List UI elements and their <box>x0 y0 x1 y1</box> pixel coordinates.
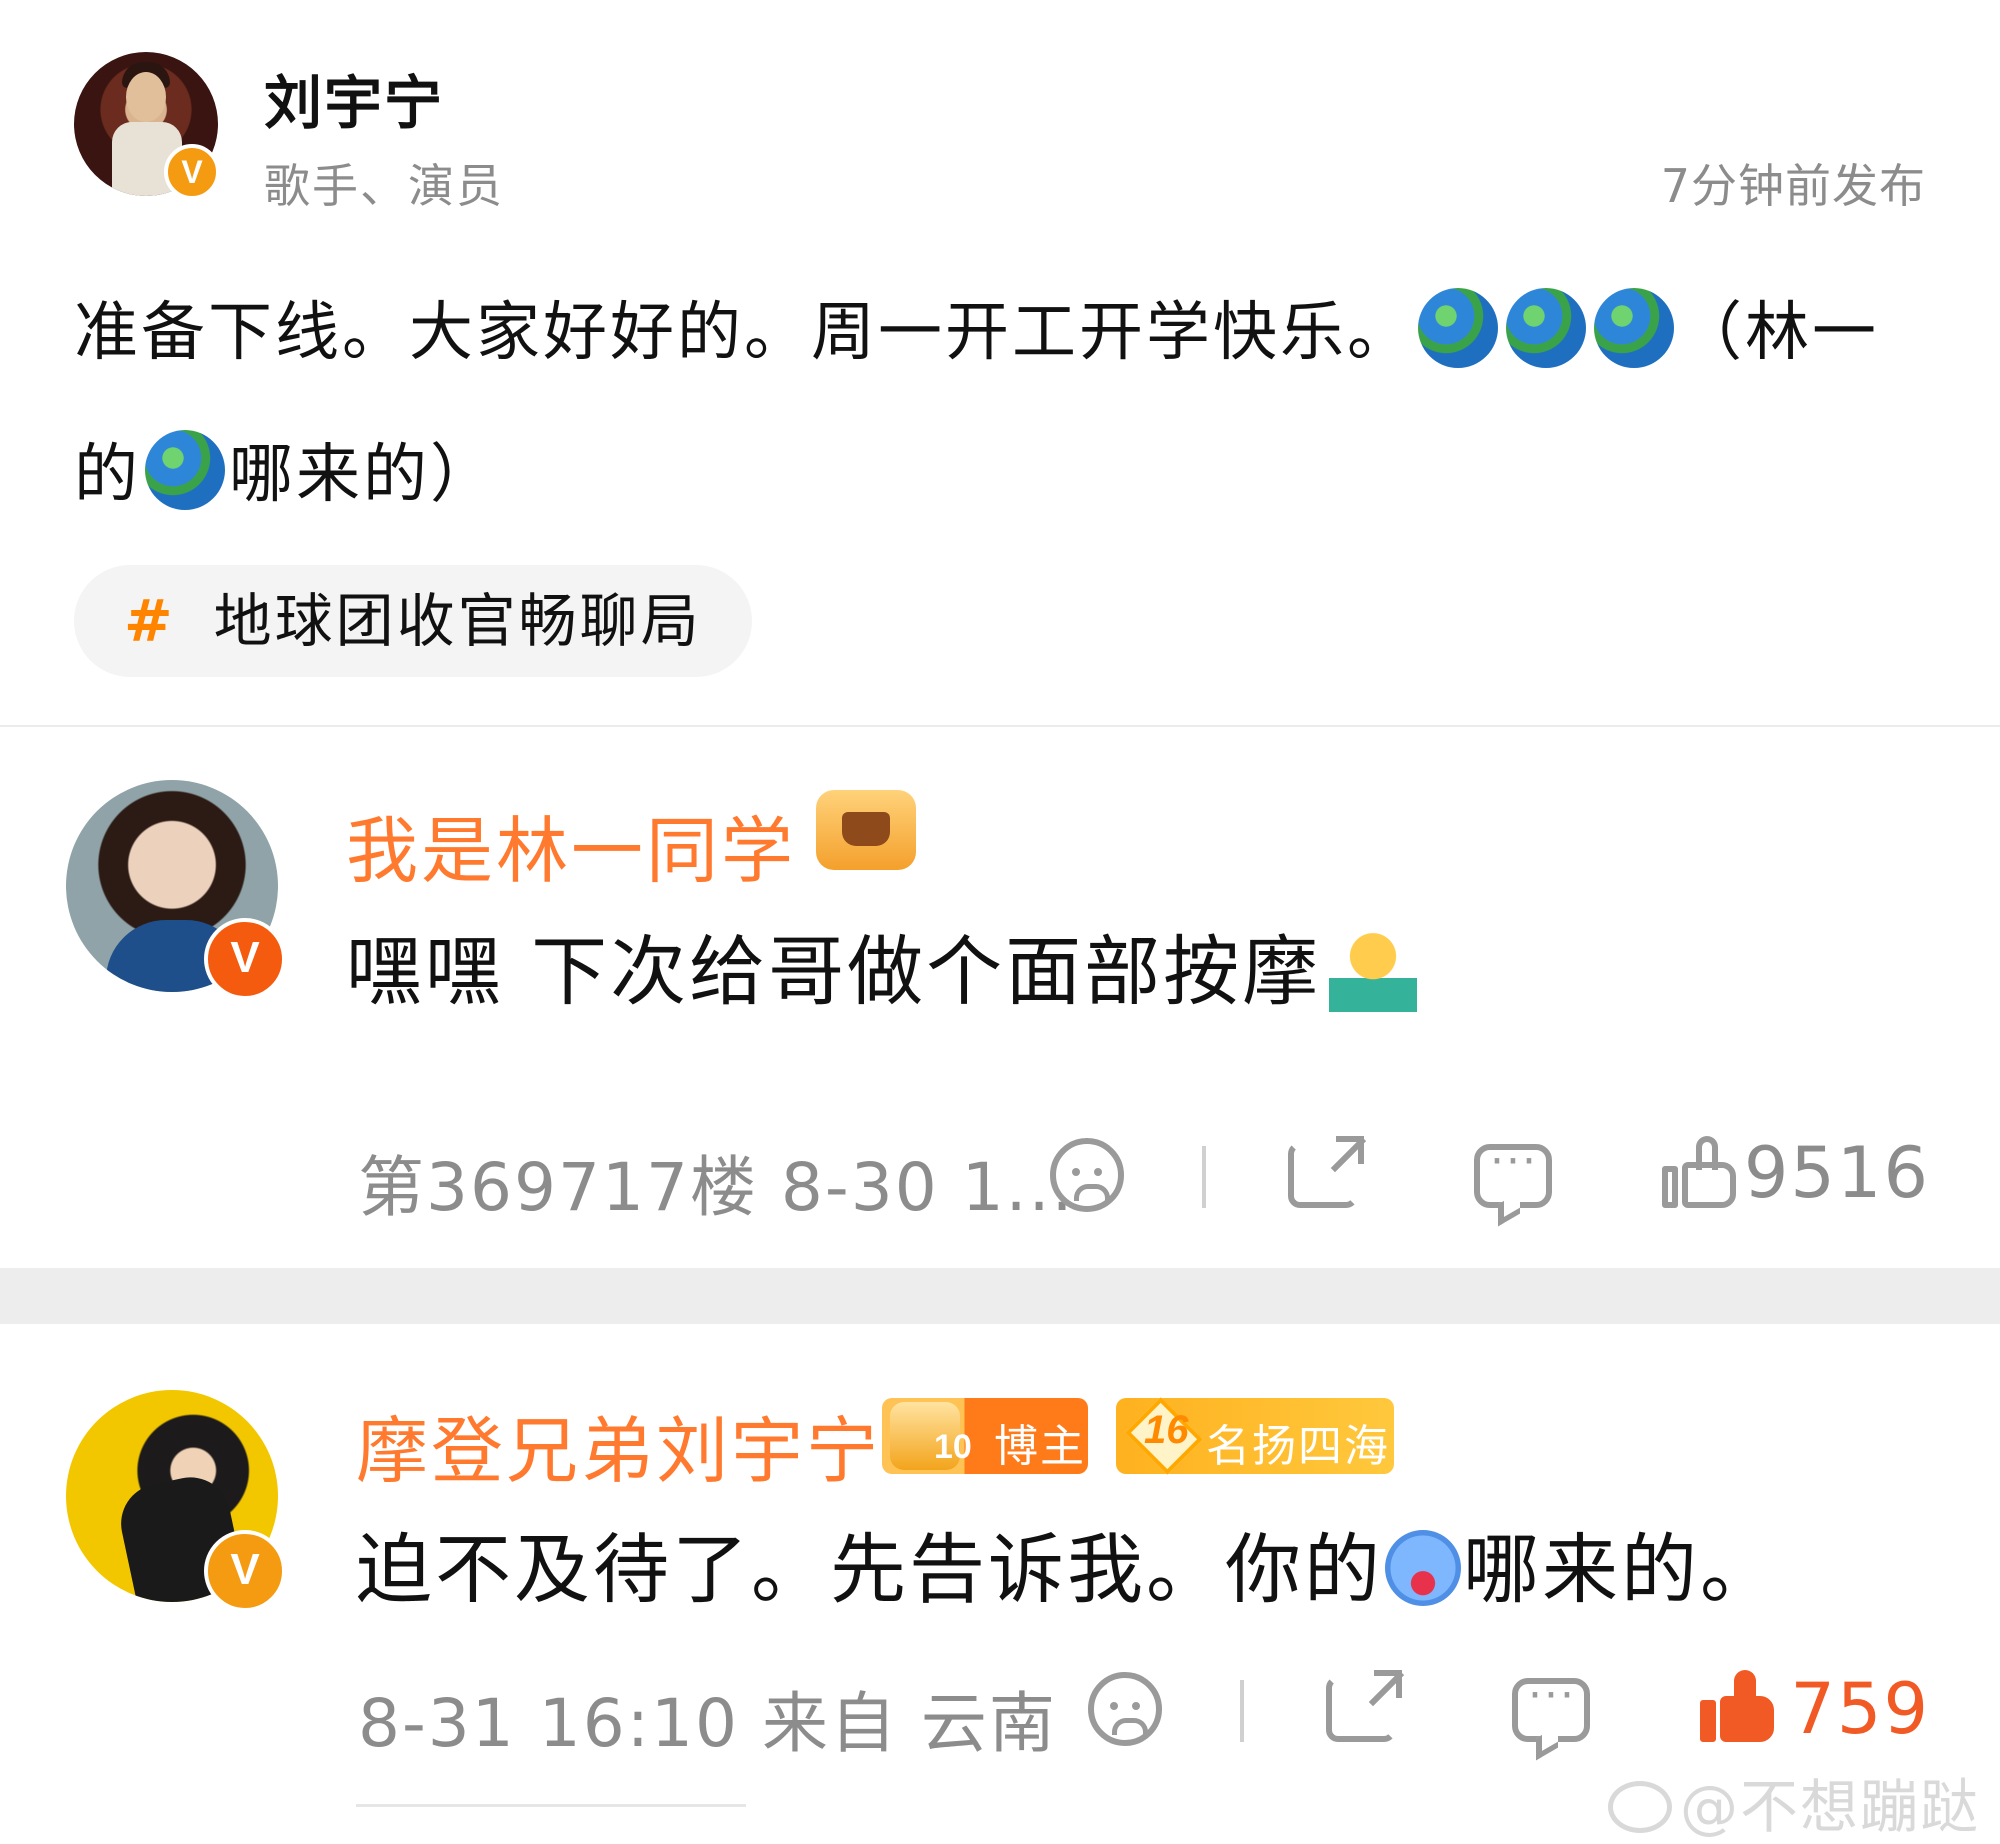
commenter-name[interactable]: 摩登兄弟刘宇宁 <box>356 1392 881 1497</box>
comment-text: 迫不及待了。先告诉我。你的 哪来的。 <box>356 1508 1779 1618</box>
like-count: 759 <box>1790 1668 1930 1750</box>
earth-globe-icon <box>1506 288 1586 368</box>
comment-icon[interactable] <box>1512 1670 1590 1742</box>
comment-icon[interactable] <box>1474 1136 1552 1208</box>
author-name[interactable]: 刘宇宁 <box>264 56 444 140</box>
comment-text-part1: 迫不及待了。先告诉我。你的 <box>356 1525 1383 1614</box>
verified-badge-icon: V <box>204 918 286 1000</box>
post-timestamp: 7分钟前发布 <box>1660 159 1926 213</box>
share-icon[interactable] <box>1326 1670 1402 1742</box>
like-count: 9516 <box>1743 1132 1930 1214</box>
post-text-part3: 哪来的） <box>229 438 497 512</box>
fame-badge[interactable]: 16 名扬四海 <box>1116 1397 1394 1475</box>
topic-label: 地球团收官畅聊局 <box>213 587 702 655</box>
separator <box>1202 1146 1206 1208</box>
topic-tag[interactable]: # 地球团收官畅聊局 <box>74 565 752 677</box>
fan-level: 10 <box>934 1428 972 1466</box>
blogger-badge[interactable]: 10 博主 <box>882 1398 1088 1474</box>
earth-globe-icon <box>1594 288 1674 368</box>
comment-text-content: 嘿嘿 下次给哥做个面部按摩 <box>346 927 1322 1016</box>
verified-badge-icon: V <box>204 1530 286 1612</box>
divider <box>356 1804 746 1807</box>
section-divider <box>0 1268 2000 1324</box>
fame-level: 16 <box>1144 1408 1189 1452</box>
earth-globe-icon <box>145 430 225 510</box>
verified-badge-icon: V <box>164 144 220 200</box>
dislike-face-icon[interactable] <box>1050 1138 1124 1212</box>
comment-meta: 8-31 16:10 来自 云南 <box>358 1685 1057 1762</box>
post-body: 准备下线。大家好好的。周一开工开学快乐。 （林一的 哪来的） <box>74 262 1934 546</box>
blogger-badge-label: 博主 <box>994 1421 1086 1472</box>
commenter-name[interactable]: 我是林一同学 <box>346 792 796 897</box>
separator <box>1240 1680 1244 1742</box>
blue-heart-face-emoji-icon <box>1385 1530 1461 1606</box>
hashtag-icon: # <box>124 587 176 655</box>
like-thumb-icon[interactable] <box>1662 1136 1736 1210</box>
face-massage-emoji-icon <box>1329 922 1418 1012</box>
like-thumb-icon[interactable] <box>1700 1670 1774 1744</box>
share-icon[interactable] <box>1288 1136 1364 1208</box>
author-description: 歌手、演员 <box>264 159 504 213</box>
fan-crown-icon <box>816 790 916 870</box>
post-text-part1: 准备下线。大家好好的。周一开工开学快乐。 <box>74 296 1414 370</box>
weibo-logo-icon <box>1607 1781 1672 1833</box>
comment-text: 嘿嘿 下次给哥做个面部按摩 <box>346 910 1418 1020</box>
fame-badge-label: 名扬四海 <box>1206 1421 1390 1472</box>
watermark: @不想蹦跶 <box>1607 1760 1980 1844</box>
comment-meta: 第369717楼 8-30 1... <box>358 1149 1075 1226</box>
watermark-text: @不想蹦跶 <box>1679 1773 1980 1841</box>
comment-text-part2: 哪来的。 <box>1463 1525 1779 1614</box>
dislike-face-icon[interactable] <box>1088 1672 1162 1746</box>
divider <box>0 725 2000 727</box>
earth-globe-icon <box>1418 288 1498 368</box>
